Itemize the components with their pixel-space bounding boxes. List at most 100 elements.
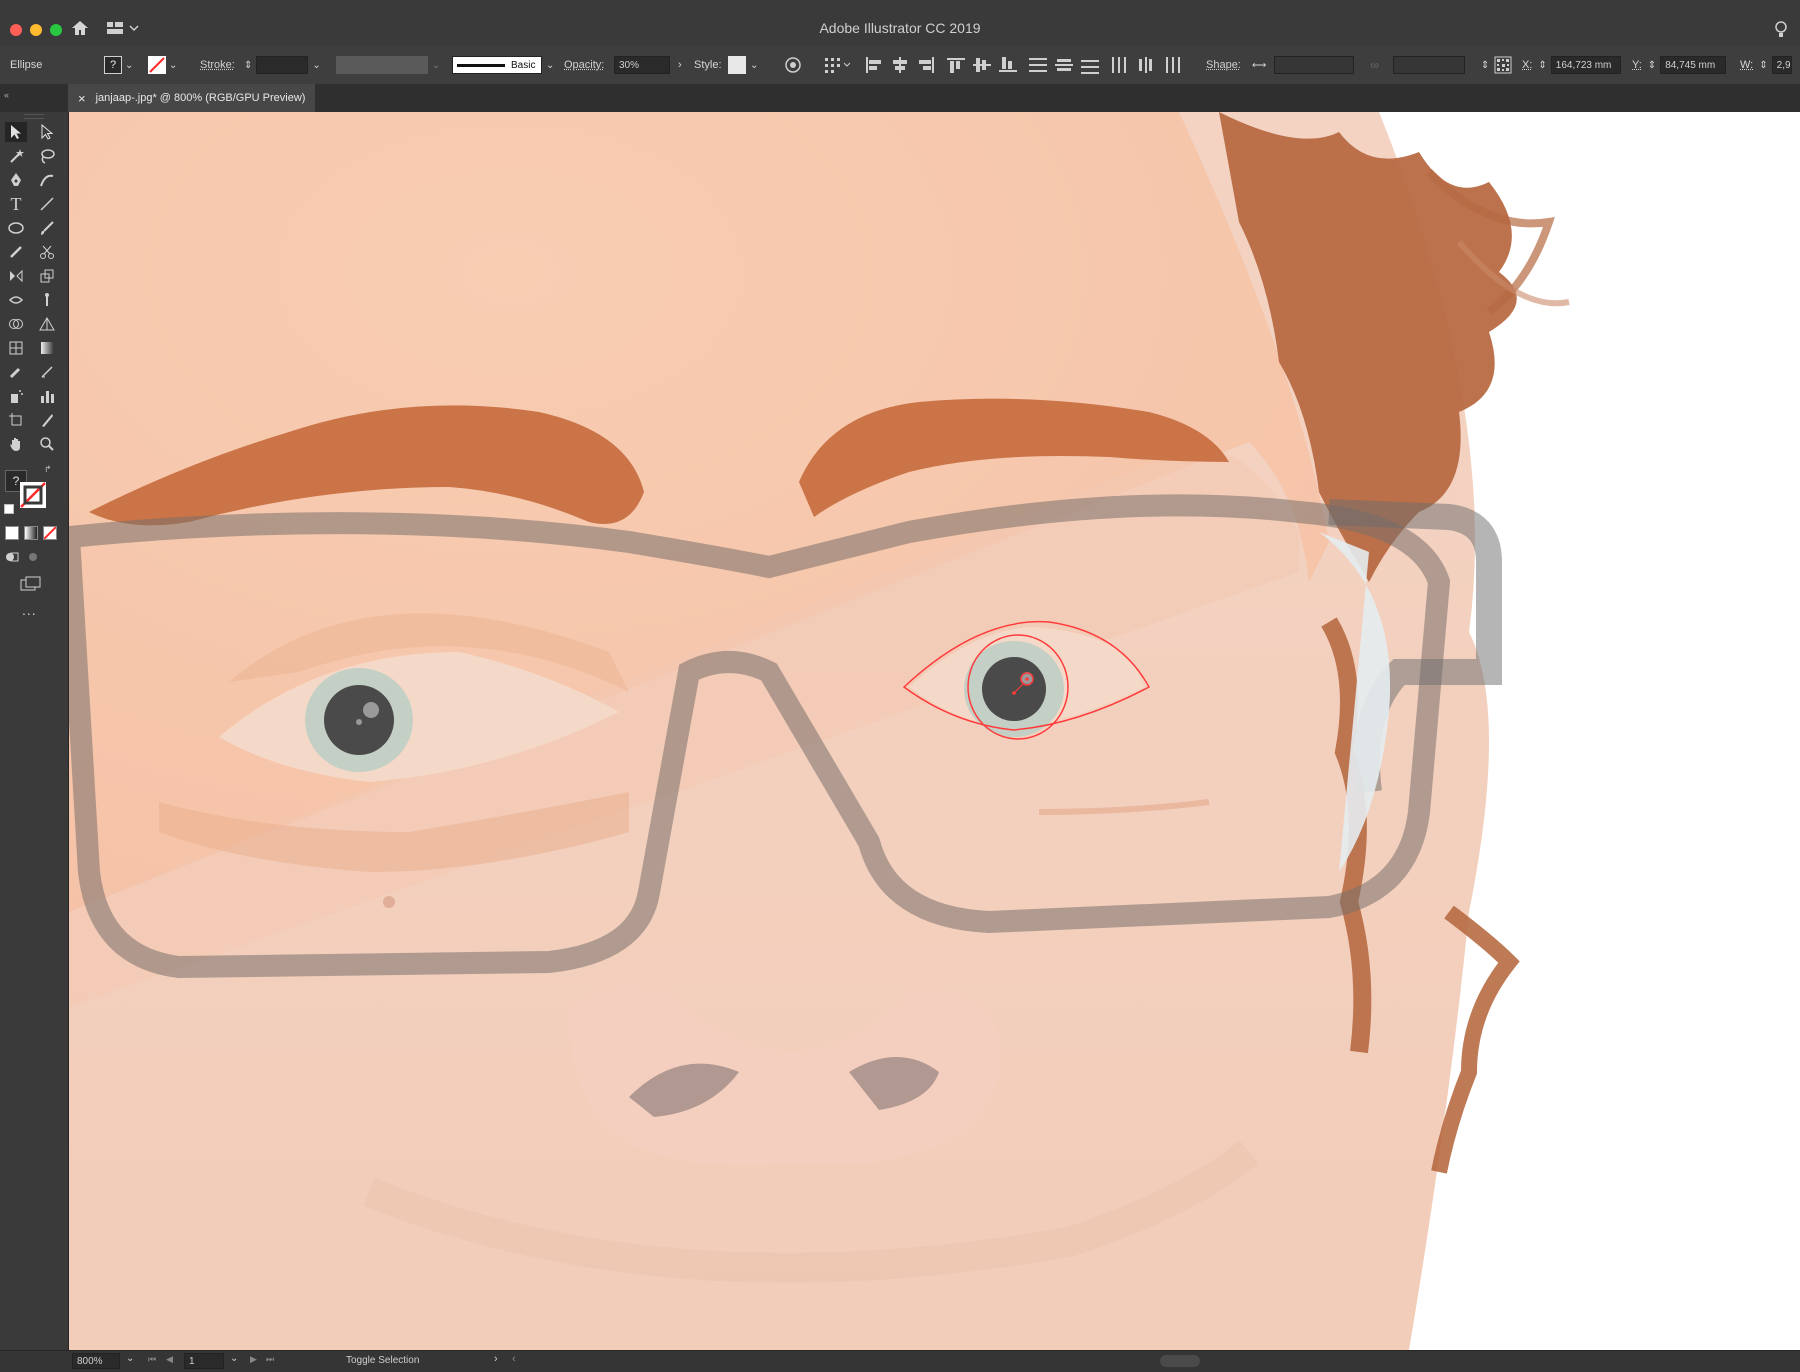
zoom-chevron-icon[interactable]: ⌄ — [126, 1353, 134, 1364]
graphic-style-swatch[interactable] — [728, 56, 746, 74]
distribute-top-icon[interactable] — [1028, 56, 1048, 74]
x-position-field[interactable]: 164,723 mm — [1550, 56, 1621, 74]
last-artboard-icon[interactable]: ⏭ — [266, 1354, 274, 1365]
reflect-tool-icon[interactable] — [5, 266, 27, 286]
lightbulb-icon[interactable] — [1772, 19, 1790, 39]
color-mode-icon[interactable] — [5, 526, 19, 540]
variable-width-profile[interactable] — [336, 56, 428, 74]
constrain-proportions-icon[interactable]: ∞ — [1370, 58, 1379, 72]
drawing-mode-icon[interactable] — [5, 550, 19, 562]
opacity-arrow-icon[interactable]: › — [678, 59, 682, 71]
type-tool-icon[interactable]: T — [5, 194, 27, 214]
x-stepper[interactable]: ⇕ — [1538, 60, 1546, 71]
hand-tool-icon[interactable] — [5, 434, 27, 454]
brush-definition[interactable]: Basic — [452, 56, 542, 74]
perspective-grid-tool-icon[interactable] — [36, 314, 58, 334]
control-bar: Ellipse ? ⌄ ⌄ Stroke: ⇕ ⌄ ⌄ Basic ⌄ Opac… — [0, 46, 1800, 85]
default-fill-stroke-icon[interactable] — [4, 504, 14, 514]
eyedropper-tool-icon[interactable] — [5, 362, 27, 382]
stroke-color-swatch[interactable] — [20, 482, 46, 508]
zoom-tool-icon[interactable] — [36, 434, 58, 454]
shape-height-field[interactable] — [1392, 56, 1465, 74]
stroke-weight-field[interactable] — [256, 56, 309, 74]
stroke-dropdown-chevron-icon[interactable]: ⌄ — [169, 60, 177, 71]
draw-behind-icon[interactable] — [26, 550, 40, 562]
magic-wand-tool-icon[interactable] — [5, 146, 27, 166]
pen-tool-icon[interactable] — [5, 170, 27, 190]
y-stepper[interactable]: ⇕ — [1648, 60, 1656, 71]
direct-selection-tool-icon[interactable] — [36, 122, 58, 142]
paintbrush-tool-icon[interactable] — [36, 218, 58, 238]
mesh-tool-icon[interactable] — [5, 338, 27, 358]
graphic-style-chevron-icon[interactable]: ⌄ — [750, 60, 758, 71]
distribute-bottom-icon[interactable] — [1080, 56, 1100, 74]
slice-tool-icon[interactable] — [36, 410, 58, 430]
tools-panel-grip[interactable] — [24, 114, 44, 119]
shape-width-field[interactable] — [1274, 56, 1355, 74]
swap-fill-stroke-icon[interactable]: ↱ — [44, 464, 52, 475]
align-left-icon[interactable] — [864, 56, 884, 74]
shaper-tool-icon[interactable] — [5, 242, 27, 262]
panel-collapse-icon[interactable]: « — [4, 90, 9, 100]
brush-chevron-icon[interactable]: ⌄ — [546, 60, 554, 71]
artboard-tool-icon[interactable] — [5, 410, 27, 430]
artboard-canvas[interactable] — [69, 112, 1800, 1350]
shape-builder-tool-icon[interactable] — [5, 314, 27, 334]
distribute-horizontal-center-icon[interactable] — [1136, 56, 1156, 74]
variable-width-chevron-icon[interactable]: ⌄ — [432, 60, 440, 71]
next-artboard-icon[interactable]: ▶ — [250, 1354, 257, 1365]
fill-dropdown-chevron-icon[interactable]: ⌄ — [125, 60, 133, 71]
document-tab[interactable]: × janjaap-.jpg* @ 800% (RGB/GPU Preview) — [68, 84, 316, 112]
distribute-right-icon[interactable] — [1162, 56, 1182, 74]
selection-tool-icon[interactable] — [5, 122, 27, 142]
opacity-label[interactable]: Opacity: — [564, 59, 604, 71]
gradient-tool-icon[interactable] — [36, 338, 58, 358]
horizontal-scroll-left-icon[interactable]: ‹ — [512, 1353, 516, 1365]
lasso-tool-icon[interactable] — [36, 146, 58, 166]
artboard-chevron-icon[interactable]: ⌄ — [230, 1353, 238, 1364]
align-bottom-icon[interactable] — [998, 56, 1018, 74]
align-right-icon[interactable] — [916, 56, 936, 74]
status-mode-label[interactable]: Toggle Selection — [346, 1355, 419, 1366]
fill-swatch[interactable]: ? — [104, 56, 122, 74]
symbol-sprayer-tool-icon[interactable] — [5, 386, 27, 406]
none-mode-icon[interactable] — [43, 526, 57, 540]
distribute-left-icon[interactable] — [1110, 56, 1130, 74]
edit-toolbar-icon[interactable]: ... — [22, 602, 37, 618]
measure-tool-icon[interactable] — [36, 362, 58, 382]
gradient-mode-icon[interactable] — [24, 526, 38, 540]
previous-artboard-icon[interactable]: ◀ — [166, 1354, 173, 1365]
stroke-swatch[interactable] — [148, 56, 166, 74]
recolor-artwork-icon[interactable] — [784, 56, 802, 74]
curvature-tool-icon[interactable] — [36, 170, 58, 190]
stroke-weight-stepper[interactable]: ⇕ — [244, 60, 252, 71]
width-tool-icon[interactable] — [5, 290, 27, 310]
shape-label[interactable]: Shape: — [1206, 59, 1241, 71]
zoom-level-field[interactable]: 800% — [72, 1353, 120, 1369]
y-position-field[interactable]: 84,745 mm — [1660, 56, 1727, 74]
status-menu-arrow-icon[interactable]: › — [494, 1353, 498, 1365]
line-segment-tool-icon[interactable] — [36, 194, 58, 214]
artboard-number-field[interactable]: 1 — [184, 1353, 224, 1369]
align-vertical-center-icon[interactable] — [972, 56, 992, 74]
distribute-vertical-center-icon[interactable] — [1054, 56, 1074, 74]
opacity-field[interactable]: 30% — [614, 56, 670, 74]
w-stepper[interactable]: ⇕ — [1759, 60, 1767, 71]
align-horizontal-center-icon[interactable] — [890, 56, 910, 74]
stroke-label[interactable]: Stroke: — [200, 59, 235, 71]
first-artboard-icon[interactable]: ⏮ — [148, 1354, 156, 1365]
scissors-tool-icon[interactable] — [36, 242, 58, 262]
horizontal-scrollbar-thumb[interactable] — [1160, 1355, 1200, 1367]
puppet-warp-tool-icon[interactable] — [36, 290, 58, 310]
column-graph-tool-icon[interactable] — [36, 386, 58, 406]
w-field[interactable]: 2,9 — [1771, 56, 1792, 74]
close-tab-icon[interactable]: × — [78, 91, 86, 106]
scale-tool-icon[interactable] — [36, 266, 58, 286]
tools-panel: T ? ↱ ... — [0, 112, 69, 1350]
align-to-icon[interactable] — [824, 56, 852, 74]
reference-point-icon[interactable] — [1494, 56, 1512, 74]
align-top-icon[interactable] — [946, 56, 966, 74]
stroke-weight-chevron-icon[interactable]: ⌄ — [312, 60, 320, 71]
screen-mode-icon[interactable] — [20, 576, 42, 592]
ellipse-tool-icon[interactable] — [5, 218, 27, 238]
